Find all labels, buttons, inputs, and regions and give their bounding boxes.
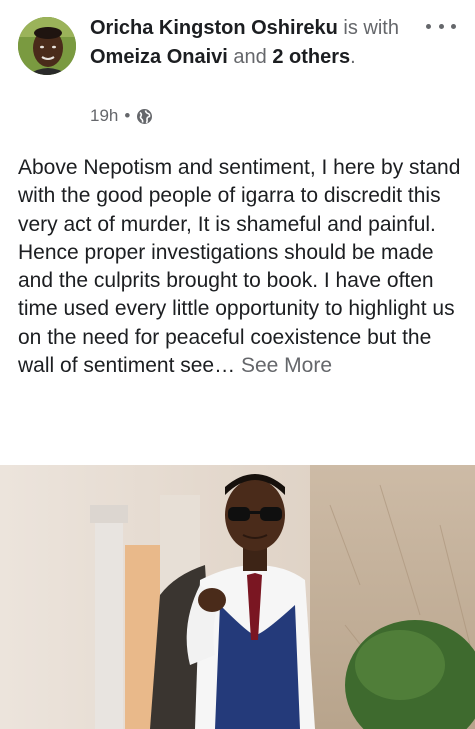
and-text: and xyxy=(233,46,267,68)
heading-period: . xyxy=(350,46,356,68)
post-time[interactable]: 19h xyxy=(90,106,118,126)
more-options-icon[interactable] xyxy=(426,14,456,38)
feed-post: Oricha Kingston Oshireku is with Omeiza … xyxy=(0,0,475,729)
is-with-text: is with xyxy=(343,17,399,39)
author-name[interactable]: Oricha Kingston Oshireku xyxy=(90,17,338,39)
post-body-text: Above Nepotism and sentiment, I here by … xyxy=(18,156,461,378)
post-body: Above Nepotism and sentiment, I here by … xyxy=(18,154,463,380)
globe-icon[interactable] xyxy=(136,108,153,125)
post-meta: 19h • xyxy=(90,106,153,126)
post-photo-image xyxy=(0,465,475,729)
tagged-person[interactable]: Omeiza Onaivi xyxy=(90,46,228,68)
avatar-image xyxy=(18,17,76,75)
author-avatar[interactable] xyxy=(18,17,76,75)
post-heading: Oricha Kingston Oshireku is with Omeiza … xyxy=(90,14,410,72)
tagged-others[interactable]: 2 others xyxy=(272,46,350,68)
see-more-link[interactable]: See More xyxy=(241,354,332,377)
post-photo[interactable] xyxy=(0,465,475,729)
meta-separator: • xyxy=(124,106,131,125)
post-header: Oricha Kingston Oshireku is with Omeiza … xyxy=(0,0,475,140)
